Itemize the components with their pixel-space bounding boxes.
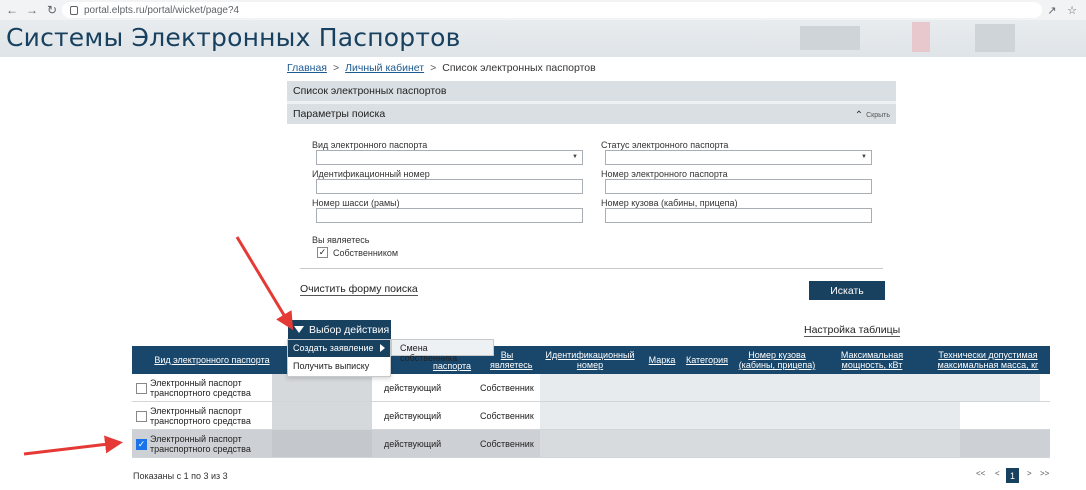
table-row[interactable]: ✓ Электронный паспорт транспортного сред…: [132, 430, 1050, 458]
col-header-max-mass[interactable]: Технически допустимая максимальная масса…: [932, 350, 1044, 370]
chevron-up-icon: ⌃: [854, 110, 864, 121]
list-panel-title: Список электронных паспортов: [287, 81, 896, 101]
pager-current[interactable]: 1: [1006, 468, 1019, 483]
select-action-button[interactable]: Выбор действия: [288, 320, 391, 339]
row-status: действующий: [384, 411, 442, 421]
search-params-title: Параметры поиска: [293, 108, 386, 120]
row-status: действующий: [384, 439, 442, 449]
col-header-max-power[interactable]: Максимальная мощность, кВт: [832, 350, 912, 370]
row-checkbox[interactable]: [136, 383, 147, 394]
chevron-down-icon: ▼: [861, 154, 867, 160]
col-header-you-are[interactable]: Вы являетесь: [490, 350, 533, 370]
pager-next[interactable]: >: [1027, 469, 1032, 478]
blurred-cell: [540, 374, 1040, 401]
row-type: Электронный паспорт транспортного средст…: [150, 378, 251, 398]
search-panel: Список электронных паспортов Параметры п…: [287, 81, 896, 311]
menu-item-create-application[interactable]: Создать заявление: [288, 340, 390, 357]
passport-type-label: Вид электронного паспорта: [312, 140, 428, 150]
col-header-category[interactable]: Категория: [684, 355, 730, 365]
shown-count-text: Показаны с 1 по 3 из 3: [133, 471, 228, 481]
chassis-number-label: Номер шасси (рамы): [312, 198, 400, 208]
lock-icon: [70, 5, 78, 15]
row-checkbox[interactable]: ✓: [136, 439, 147, 450]
triangle-down-icon: [294, 326, 304, 333]
blurred-user-info: [975, 24, 1015, 52]
pager-last[interactable]: >>: [1040, 469, 1049, 478]
row-checkbox[interactable]: [136, 411, 147, 422]
hide-search-toggle[interactable]: ⌃ Скрыть: [855, 110, 890, 121]
row-status: действующий: [384, 383, 442, 393]
menu-item-get-extract[interactable]: Получить выписку: [288, 358, 390, 375]
passport-type-select[interactable]: ▼: [316, 150, 583, 165]
red-arrow-to-action-button: [235, 236, 294, 331]
id-number-label: Идентификационный номер: [312, 169, 430, 179]
col-header-body-number[interactable]: Номер кузова (кабины, прицепа): [736, 350, 818, 370]
site-title: Системы Электронных Паспортов: [6, 23, 461, 52]
pager-prev[interactable]: <: [995, 469, 1000, 478]
blurred-cell: [272, 402, 372, 429]
form-divider: [300, 268, 883, 269]
breadcrumb-separator: >: [430, 62, 437, 74]
submenu-item-change-owner[interactable]: Смена собственника: [391, 339, 494, 363]
body-number-input[interactable]: [605, 208, 872, 223]
hide-label: Скрыть: [866, 112, 890, 119]
you-are-label: Вы являетесь: [312, 235, 370, 245]
breadcrumb-home-link[interactable]: Главная: [287, 62, 327, 74]
search-params-header[interactable]: Параметры поиска ⌃ Скрыть: [287, 104, 896, 124]
table-row[interactable]: Электронный паспорт транспортного средст…: [132, 402, 1050, 430]
pager-first[interactable]: <<: [976, 469, 985, 478]
caret-right-icon: [380, 344, 385, 352]
clear-search-link[interactable]: Очистить форму поиска: [300, 283, 418, 296]
blurred-user-info: [800, 26, 860, 50]
site-header: Системы Электронных Паспортов: [0, 20, 1086, 57]
owner-label: Собственником: [333, 248, 399, 258]
body-number-label: Номер кузова (кабины, прицепа): [601, 198, 738, 208]
breadcrumb: Главная > Личный кабинет > Список электронны…: [287, 62, 596, 74]
breadcrumb-current: Список электронных паспортов: [442, 62, 596, 74]
blurred-cell: [272, 430, 372, 457]
row-role: Собственник: [480, 383, 534, 393]
col-header-id-number[interactable]: Идентификационный номер: [542, 350, 638, 370]
chevron-down-icon: ▼: [572, 154, 578, 160]
passport-number-label: Номер электронного паспорта: [601, 169, 728, 179]
address-bar[interactable]: portal.elpts.ru/portal/wicket/page?4: [62, 2, 1042, 18]
id-number-input[interactable]: [316, 179, 583, 194]
share-icon[interactable]: ↗: [1044, 2, 1060, 18]
breadcrumb-cabinet-link[interactable]: Личный кабинет: [345, 62, 424, 74]
bookmark-star-icon[interactable]: ☆: [1064, 2, 1080, 18]
passport-number-input[interactable]: [605, 179, 872, 194]
blurred-cell: [272, 374, 372, 401]
reload-icon[interactable]: ↻: [44, 2, 60, 18]
row-role: Собственник: [480, 439, 534, 449]
col-header-type[interactable]: Вид электронного паспорта: [150, 355, 274, 365]
table-row[interactable]: Электронный паспорт транспортного средст…: [132, 374, 1050, 402]
action-dropdown-menu: Создать заявление Получить выписку: [287, 339, 391, 377]
forward-icon[interactable]: →: [24, 2, 40, 18]
col-header-brand[interactable]: Марка: [646, 355, 678, 365]
row-role: Собственник: [480, 411, 534, 421]
owner-checkbox[interactable]: ✓: [317, 247, 328, 258]
breadcrumb-separator: >: [332, 62, 340, 74]
select-action-label: Выбор действия: [309, 323, 390, 336]
back-icon[interactable]: ←: [4, 2, 20, 18]
url-text: portal.elpts.ru/portal/wicket/page?4: [84, 4, 240, 16]
blurred-cell: [540, 402, 960, 429]
chassis-number-input[interactable]: [316, 208, 583, 223]
passport-status-select[interactable]: ▼: [605, 150, 872, 165]
row-type: Электронный паспорт транспортного средст…: [150, 406, 251, 426]
search-button[interactable]: Искать: [809, 281, 885, 300]
table-settings-link[interactable]: Настройка таблицы: [804, 324, 901, 337]
row-type: Электронный паспорт транспортного средст…: [150, 434, 251, 454]
red-arrow-to-checkbox: [23, 435, 123, 456]
passport-status-label: Статус электронного паспорта: [601, 140, 729, 150]
table-header: Вид электронного паспорта паспорта Вы яв…: [132, 346, 1050, 374]
blurred-user-info: [912, 22, 930, 52]
blurred-cell: [540, 430, 960, 457]
